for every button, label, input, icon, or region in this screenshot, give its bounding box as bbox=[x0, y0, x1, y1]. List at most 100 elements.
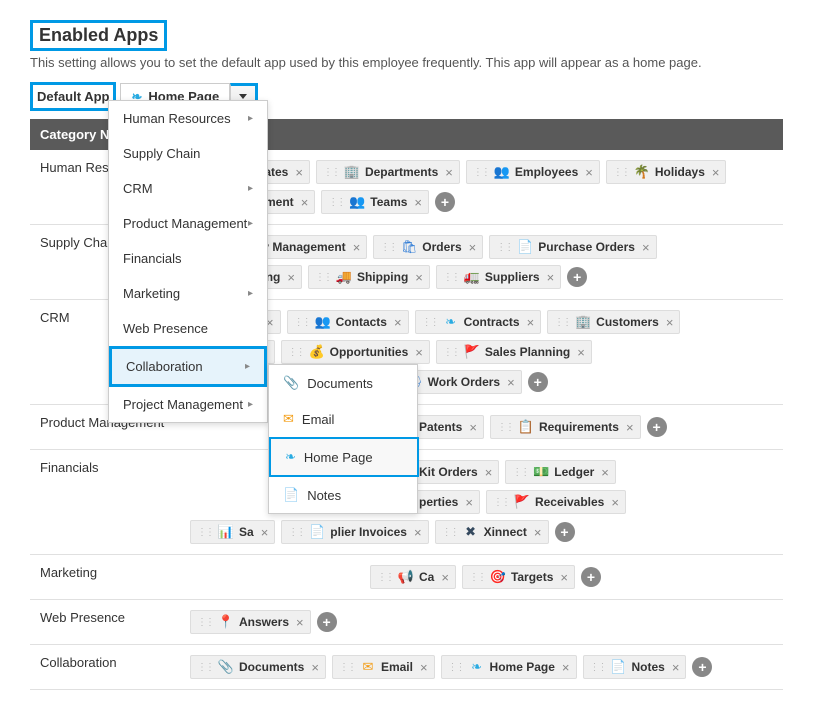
menu-item[interactable]: CRM▸ bbox=[109, 171, 267, 206]
chip-label: Patents bbox=[419, 420, 462, 434]
remove-icon[interactable]: × bbox=[585, 165, 593, 180]
add-app-button[interactable]: + bbox=[581, 567, 601, 587]
remove-icon[interactable]: × bbox=[672, 660, 680, 675]
app-chip[interactable]: ⋮⋮✉Email× bbox=[332, 655, 435, 679]
app-chip[interactable]: ⋮⋮📄Notes× bbox=[583, 655, 687, 679]
app-chip[interactable]: ⋮⋮❧Contracts× bbox=[415, 310, 542, 334]
submenu-item[interactable]: ❧Home Page bbox=[269, 437, 419, 477]
remove-icon[interactable]: × bbox=[626, 420, 634, 435]
collaboration-submenu[interactable]: 📎Documents✉Email❧Home Page📄Notes bbox=[268, 364, 418, 514]
app-chip[interactable]: ⋮⋮👥Employees× bbox=[466, 160, 600, 184]
category-menu[interactable]: Human Resources▸Supply ChainCRM▸Product … bbox=[108, 100, 268, 423]
chip-label: Email bbox=[381, 660, 413, 674]
remove-icon[interactable]: × bbox=[414, 195, 422, 210]
remove-icon[interactable]: × bbox=[353, 240, 361, 255]
remove-icon[interactable]: × bbox=[469, 420, 477, 435]
remove-icon[interactable]: × bbox=[527, 315, 535, 330]
remove-icon[interactable]: × bbox=[301, 195, 309, 210]
app-chip[interactable]: ⋮⋮🛍Orders× bbox=[373, 235, 483, 259]
submenu-item[interactable]: 📄Notes bbox=[269, 477, 419, 513]
app-icon: 🏢 bbox=[575, 314, 591, 330]
add-app-button[interactable]: + bbox=[528, 372, 548, 392]
app-chip[interactable]: ⋮⋮🏢Customers× bbox=[547, 310, 680, 334]
app-chip[interactable]: ⋮⋮🎯Targets× bbox=[462, 565, 575, 589]
chip-label: Shipping bbox=[357, 270, 408, 284]
menu-item[interactable]: Product Management▸ bbox=[109, 206, 267, 241]
drag-grip-icon: ⋮⋮ bbox=[328, 197, 344, 208]
remove-icon[interactable]: × bbox=[311, 660, 319, 675]
remove-icon[interactable]: × bbox=[420, 660, 428, 675]
remove-icon[interactable]: × bbox=[295, 165, 303, 180]
menu-item[interactable]: Supply Chain bbox=[109, 136, 267, 171]
app-chip[interactable]: ⋮⋮📄plier Invoices× bbox=[281, 520, 428, 544]
remove-icon[interactable]: × bbox=[642, 240, 650, 255]
remove-icon[interactable]: × bbox=[577, 345, 585, 360]
drag-grip-icon: ⋮⋮ bbox=[613, 167, 629, 178]
app-chip[interactable]: ⋮⋮📋Requirements× bbox=[490, 415, 641, 439]
remove-icon[interactable]: × bbox=[296, 615, 304, 630]
app-icon: 📄 bbox=[309, 524, 325, 540]
menu-item[interactable]: Financials bbox=[109, 241, 267, 276]
drag-grip-icon: ⋮⋮ bbox=[443, 272, 459, 283]
menu-item[interactable]: Collaboration▸ bbox=[109, 346, 267, 387]
remove-icon[interactable]: × bbox=[415, 345, 423, 360]
submenu-item[interactable]: 📎Documents bbox=[269, 365, 419, 401]
app-chip[interactable]: ⋮⋮👥Contacts× bbox=[287, 310, 409, 334]
add-app-button[interactable]: + bbox=[567, 267, 587, 287]
remove-icon[interactable]: × bbox=[666, 315, 674, 330]
submenu-item[interactable]: ✉Email bbox=[269, 401, 419, 437]
menu-item[interactable]: Web Presence bbox=[109, 311, 267, 346]
chip-label: Ledger bbox=[554, 465, 594, 479]
app-chip[interactable]: ⋮⋮❧Home Page× bbox=[441, 655, 577, 679]
app-chip[interactable]: ⋮⋮🚩Receivables× bbox=[486, 490, 626, 514]
add-app-button[interactable]: + bbox=[317, 612, 337, 632]
drag-grip-icon: ⋮⋮ bbox=[339, 662, 355, 673]
add-app-button[interactable]: + bbox=[555, 522, 575, 542]
remove-icon[interactable]: × bbox=[507, 375, 515, 390]
add-app-button[interactable]: + bbox=[435, 192, 455, 212]
app-chip[interactable]: ⋮⋮📄Purchase Orders× bbox=[489, 235, 656, 259]
app-icon: 📊 bbox=[218, 524, 234, 540]
remove-icon[interactable]: × bbox=[465, 495, 473, 510]
app-chip[interactable]: ⋮⋮📊Sa× bbox=[190, 520, 275, 544]
menu-item[interactable]: Project Management▸ bbox=[109, 387, 267, 422]
app-chip[interactable]: ⋮⋮📎Documents× bbox=[190, 655, 326, 679]
remove-icon[interactable]: × bbox=[261, 525, 269, 540]
app-chip[interactable]: ⋮⋮📢Ca× bbox=[370, 565, 456, 589]
remove-icon[interactable]: × bbox=[547, 270, 555, 285]
remove-icon[interactable]: × bbox=[485, 465, 493, 480]
remove-icon[interactable]: × bbox=[287, 270, 295, 285]
add-app-button[interactable]: + bbox=[692, 657, 712, 677]
remove-icon[interactable]: × bbox=[560, 570, 568, 585]
app-icon: 🎯 bbox=[490, 569, 506, 585]
chip-label: Documents bbox=[239, 660, 304, 674]
remove-icon[interactable]: × bbox=[611, 495, 619, 510]
remove-icon[interactable]: × bbox=[562, 660, 570, 675]
app-icon: 📢 bbox=[398, 569, 414, 585]
chevron-right-icon: ▸ bbox=[248, 113, 253, 124]
remove-icon[interactable]: × bbox=[415, 270, 423, 285]
remove-icon[interactable]: × bbox=[469, 240, 477, 255]
app-chip[interactable]: ⋮⋮🚩Sales Planning× bbox=[436, 340, 592, 364]
remove-icon[interactable]: × bbox=[601, 465, 609, 480]
app-chip[interactable]: ⋮⋮💰Opportunities× bbox=[281, 340, 430, 364]
app-chip[interactable]: ⋮⋮👥Teams× bbox=[321, 190, 429, 214]
remove-icon[interactable]: × bbox=[445, 165, 453, 180]
app-chip[interactable]: ⋮⋮💵Ledger× bbox=[505, 460, 616, 484]
remove-icon[interactable]: × bbox=[441, 570, 449, 585]
add-app-button[interactable]: + bbox=[647, 417, 667, 437]
remove-icon[interactable]: × bbox=[534, 525, 542, 540]
remove-icon[interactable]: × bbox=[414, 525, 422, 540]
app-chip[interactable]: ⋮⋮🚛Suppliers× bbox=[436, 265, 561, 289]
remove-icon[interactable]: × bbox=[394, 315, 402, 330]
app-chip[interactable]: ⋮⋮🚚Shipping× bbox=[308, 265, 430, 289]
app-chip[interactable]: ⋮⋮📍Answers× bbox=[190, 610, 311, 634]
menu-item[interactable]: Marketing▸ bbox=[109, 276, 267, 311]
chevron-right-icon: ▸ bbox=[248, 288, 253, 299]
app-chip[interactable]: ⋮⋮🏢Departments× bbox=[316, 160, 460, 184]
submenu-item-label: Documents bbox=[307, 376, 373, 391]
app-chip[interactable]: ⋮⋮🌴Holidays× bbox=[606, 160, 727, 184]
remove-icon[interactable]: × bbox=[712, 165, 720, 180]
menu-item[interactable]: Human Resources▸ bbox=[109, 101, 267, 136]
app-chip[interactable]: ⋮⋮✖Xinnect× bbox=[435, 520, 549, 544]
